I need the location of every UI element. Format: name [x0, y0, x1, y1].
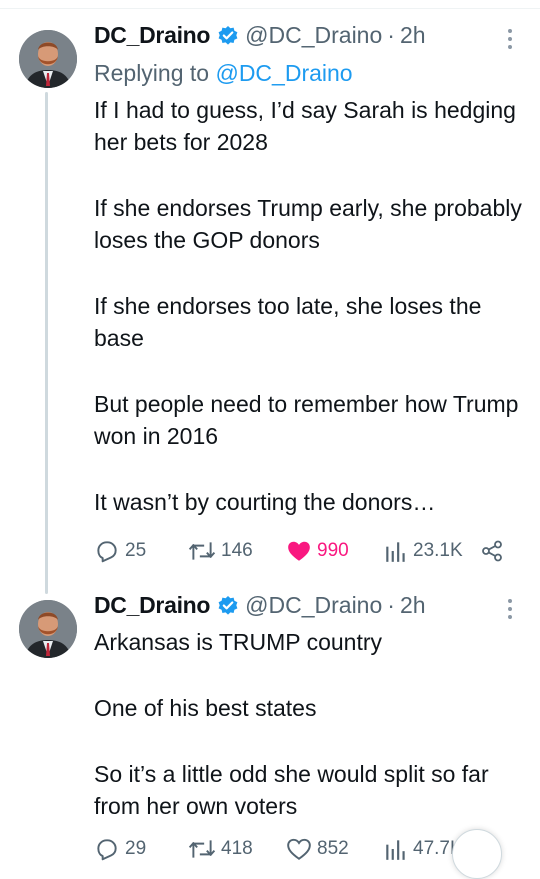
tweet-paragraph: But people need to remember how Trump wo… — [94, 391, 519, 449]
replying-to-label: Replying to — [94, 60, 210, 86]
retweet-count: 146 — [221, 540, 253, 561]
retweet-button[interactable]: 418 — [188, 834, 253, 864]
like-count: 990 — [317, 540, 349, 561]
tweet-paragraph: If she endorses too late, she loses the … — [94, 293, 482, 351]
like-count: 852 — [317, 838, 349, 859]
tweet-text: If I had to guess, I’d say Sarah is hedg… — [94, 94, 524, 518]
tweet-paragraph: It wasn’t by courting the donors… — [94, 489, 436, 515]
reply-count: 25 — [125, 540, 147, 561]
views-button[interactable]: 23.1K — [384, 536, 463, 566]
retweet-icon — [188, 840, 216, 858]
timestamp[interactable]: 2h — [400, 592, 426, 619]
separator-dot: · — [387, 592, 395, 618]
views-icon — [386, 840, 405, 860]
tweet-paragraph: One of his best states — [94, 695, 317, 721]
replying-to: Replying to @DC_Draino — [94, 60, 353, 87]
author-name[interactable]: DC_Draino — [94, 22, 210, 49]
tweet-actions: 29 418 852 47.7K — [94, 834, 514, 864]
like-button[interactable]: 990 — [286, 536, 349, 566]
divider — [0, 8, 540, 9]
tweet-paragraph: If I had to guess, I’d say Sarah is hedg… — [94, 97, 516, 155]
verified-badge-icon — [217, 25, 239, 47]
more-icon[interactable] — [500, 24, 520, 54]
verified-badge-icon — [217, 595, 239, 617]
tweet-paragraph: If she endorses Trump early, she probabl… — [94, 195, 522, 253]
separator-dot: · — [387, 22, 395, 48]
tweet-paragraph: So it’s a little odd she would split so … — [94, 761, 489, 819]
views-count: 23.1K — [413, 540, 463, 561]
retweet-count: 418 — [221, 838, 253, 859]
tweet-actions: 25 146 990 23.1K — [94, 536, 514, 566]
reply-count: 29 — [125, 838, 147, 859]
avatar[interactable] — [19, 30, 77, 88]
tweet-text: Arkansas is TRUMP country One of his bes… — [94, 626, 524, 822]
views-button[interactable]: 47.7K — [384, 834, 463, 864]
reply-icon — [97, 839, 117, 861]
share-icon — [482, 540, 502, 562]
like-icon — [288, 541, 310, 561]
retweet-button[interactable]: 146 — [188, 536, 253, 566]
author-handle[interactable]: @DC_Draino — [245, 22, 382, 49]
author-name[interactable]: DC_Draino — [94, 592, 210, 619]
like-icon — [287, 838, 311, 860]
thread-connector-line — [45, 92, 48, 594]
avatar[interactable] — [19, 600, 77, 658]
share-button[interactable] — [480, 536, 504, 566]
tweet-paragraph: Arkansas is TRUMP country — [94, 629, 383, 655]
tweet-header: DC_Draino @DC_Draino · 2h — [94, 22, 426, 49]
tweet-header: DC_Draino @DC_Draino · 2h — [94, 592, 426, 619]
scroll-to-top-button[interactable] — [452, 829, 502, 879]
like-button[interactable]: 852 — [286, 834, 349, 864]
retweet-icon — [188, 542, 216, 560]
replying-to-mention[interactable]: @DC_Draino — [215, 60, 352, 86]
timestamp[interactable]: 2h — [400, 22, 426, 49]
reply-button[interactable]: 25 — [94, 536, 146, 566]
views-icon — [386, 542, 405, 562]
reply-button[interactable]: 29 — [94, 834, 146, 864]
more-icon[interactable] — [500, 594, 520, 624]
reply-icon — [97, 541, 117, 563]
author-handle[interactable]: @DC_Draino — [245, 592, 382, 619]
